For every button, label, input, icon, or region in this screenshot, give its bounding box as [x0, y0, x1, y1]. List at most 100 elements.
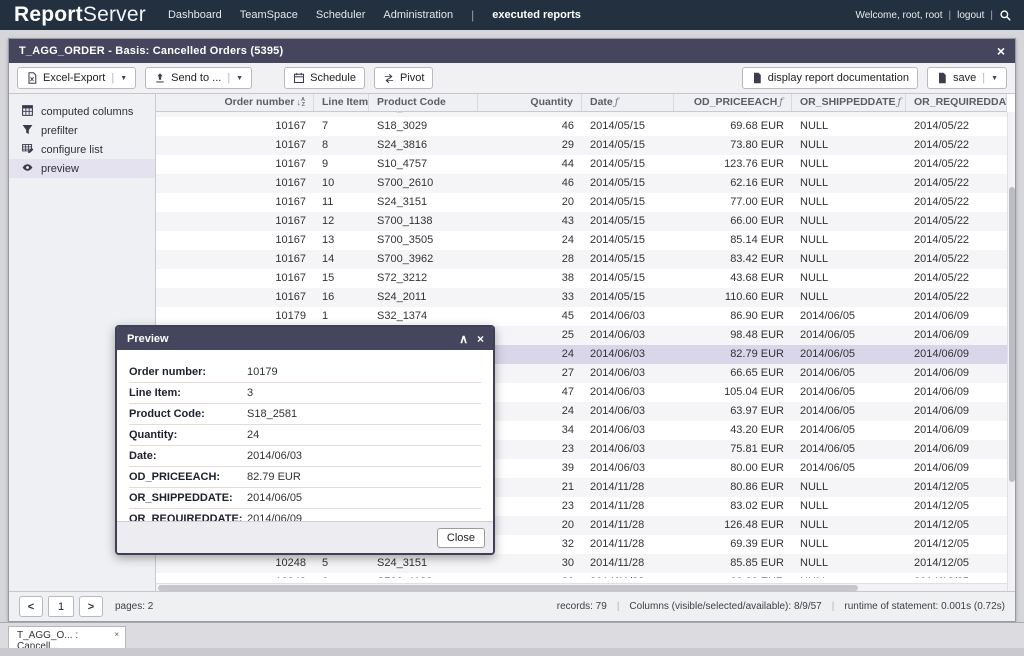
sidebar-item-configure-list[interactable]: configure list	[9, 140, 155, 159]
cell: 66.65 EUR	[674, 364, 792, 383]
close-icon[interactable]: ×	[997, 44, 1005, 58]
report-tab[interactable]: T_AGG_O... : Cancell... ×	[8, 626, 126, 649]
table-row[interactable]: 1016711S24_3151202014/05/1577.00 EURNULL…	[156, 193, 1007, 212]
cell: 82.79 EUR	[674, 345, 792, 364]
cell: 62.16 EUR	[674, 174, 792, 193]
cell: 66.00 EUR	[674, 573, 792, 578]
cell: 33	[478, 288, 582, 307]
table-row[interactable]: 1016710S700_2610462014/05/1562.16 EURNUL…	[156, 174, 1007, 193]
search-icon[interactable]	[999, 9, 1012, 22]
sidebar-item-computed-columns[interactable]: computed columns	[9, 102, 155, 121]
pages-count-label: pages: 2	[115, 601, 153, 612]
vertical-scrollbar[interactable]	[1007, 112, 1015, 591]
cell: 66.00 EUR	[674, 212, 792, 231]
nav-item-administration[interactable]: Administration	[383, 9, 453, 21]
cell: 2014/11/28	[582, 478, 674, 497]
cell: 2014/06/05	[792, 421, 906, 440]
cell: S10_4757	[369, 155, 478, 174]
cell: 10	[314, 174, 369, 193]
column-header-or-shippeddate[interactable]: OR_SHIPPEDDATEƒ	[792, 94, 906, 111]
table-row[interactable]: 102485S24_3151302014/11/2885.85 EURNULL2…	[156, 554, 1007, 573]
chevron-down-icon: ▼	[236, 75, 243, 82]
table-row[interactable]: 102486S700_1138262014/11/2866.00 EURNULL…	[156, 573, 1007, 578]
send-to-button[interactable]: Send to ...|▼	[145, 67, 252, 89]
table-row[interactable]: 101677S18_3029462014/05/1569.68 EURNULL2…	[156, 117, 1007, 136]
cell: S700_2610	[369, 174, 478, 193]
column-header-od-priceeach[interactable]: OD_PRICEEACHƒ	[674, 94, 792, 111]
vertical-scroll-thumb[interactable]	[1009, 187, 1015, 482]
chevron-down-icon: ▼	[991, 75, 998, 82]
column-header-line-item[interactable]: Line Item↓AZ	[314, 94, 369, 111]
filter-icon: ƒ	[779, 97, 783, 108]
display-documentation-button[interactable]: display report documentation	[742, 67, 918, 89]
cell: 26	[478, 573, 582, 578]
cell: 2014/06/05	[792, 402, 906, 421]
cell: NULL	[792, 573, 906, 578]
field-label: Product Code:	[129, 408, 247, 420]
pivot-button[interactable]: Pivot	[374, 67, 433, 89]
nav-item-dashboard[interactable]: Dashboard	[168, 9, 222, 21]
cell: 2014/05/22	[906, 269, 1007, 288]
cell: NULL	[792, 554, 906, 573]
preview-field-row: OR_REQUIREDDATE:2014/06/09	[129, 509, 481, 521]
table-row[interactable]: 101791S32_1374452014/06/0386.90 EUR2014/…	[156, 307, 1007, 326]
prev-page-button[interactable]: <	[19, 596, 43, 617]
cell: 2014/11/28	[582, 535, 674, 554]
preview-dialog-header[interactable]: Preview ∧ ×	[117, 327, 493, 350]
preview-field-row: Line Item:3	[129, 383, 481, 404]
nav-item-scheduler[interactable]: Scheduler	[316, 9, 366, 21]
horizontal-scrollbar[interactable]	[156, 583, 1007, 591]
cell: 2014/06/09	[906, 421, 1007, 440]
taskbar-strip	[0, 648, 1024, 656]
cell: 123.76 EUR	[674, 155, 792, 174]
save-button[interactable]: save|▼	[927, 67, 1007, 89]
nav-item-teamspace[interactable]: TeamSpace	[240, 9, 298, 21]
cell: 2014/12/05	[906, 535, 1007, 554]
status-bar: < > pages: 2 records: 79 | Columns (visi…	[9, 591, 1015, 621]
table-row[interactable]: 101679S10_4757442014/05/15123.76 EURNULL…	[156, 155, 1007, 174]
cell: 2014/12/05	[906, 478, 1007, 497]
logout-link[interactable]: logout	[957, 10, 984, 21]
next-page-button[interactable]: >	[79, 596, 103, 617]
cell: 110.60 EUR	[674, 288, 792, 307]
column-header-quantity[interactable]: Quantity	[478, 94, 582, 111]
cell: 105.04 EUR	[674, 383, 792, 402]
app-logo[interactable]: ReportServer	[14, 3, 146, 27]
column-header-order-number[interactable]: Order number↓AZ	[156, 94, 314, 111]
field-label: OR_SHIPPEDDATE:	[129, 492, 247, 504]
field-label: Order number:	[129, 366, 247, 378]
column-header-date[interactable]: Dateƒ	[582, 94, 674, 111]
app-canvas: ReportServer Dashboard TeamSpace Scheduler…	[0, 0, 1024, 656]
cell: 80.86 EUR	[674, 478, 792, 497]
welcome-text: Welcome, root, root	[855, 10, 942, 21]
excel-export-button[interactable]: Excel-Export|▼	[17, 67, 136, 89]
field-value: 2014/06/03	[247, 450, 302, 462]
table-row[interactable]: 1016714S700_3962282014/05/1583.42 EURNUL…	[156, 250, 1007, 269]
tab-close-icon[interactable]: ×	[114, 630, 119, 639]
cell: 43	[478, 212, 582, 231]
table-row[interactable]: 1016712S700_1138432014/05/1566.00 EURNUL…	[156, 212, 1007, 231]
excel-file-icon	[26, 72, 38, 84]
column-header-product-code[interactable]: Product Code	[369, 94, 478, 111]
sidebar-item-prefilter[interactable]: prefilter	[9, 121, 155, 140]
preview-field-row: Order number:10179	[129, 362, 481, 383]
cell: 2014/05/22	[906, 288, 1007, 307]
cell: 20	[478, 193, 582, 212]
cell: 83.02 EUR	[674, 497, 792, 516]
table-row[interactable]: 1016716S24_2011332014/05/15110.60 EURNUL…	[156, 288, 1007, 307]
filter-icon: ƒ	[615, 97, 619, 108]
sidebar-item-preview[interactable]: preview	[9, 159, 155, 178]
column-header-or-requireddate[interactable]: OR_REQUIREDDATEƒ	[906, 94, 1007, 111]
dialog-close-button[interactable]: Close	[437, 528, 485, 548]
cell: 15	[314, 269, 369, 288]
page-number-input[interactable]	[48, 596, 74, 617]
schedule-button[interactable]: Schedule	[284, 67, 365, 89]
nav-item-executed-reports[interactable]: executed reports	[492, 9, 581, 21]
cell: 10179	[156, 307, 314, 326]
collapse-icon[interactable]: ∧	[459, 333, 468, 345]
table-row[interactable]: 1016713S700_3505242014/05/1585.14 EURNUL…	[156, 231, 1007, 250]
table-row[interactable]: 101678S24_3816292014/05/1573.80 EURNULL2…	[156, 136, 1007, 155]
close-icon[interactable]: ×	[477, 333, 484, 345]
table-row[interactable]: 1016715S72_3212382014/05/1543.68 EURNULL…	[156, 269, 1007, 288]
top-navbar: ReportServer Dashboard TeamSpace Scheduler…	[0, 0, 1024, 30]
